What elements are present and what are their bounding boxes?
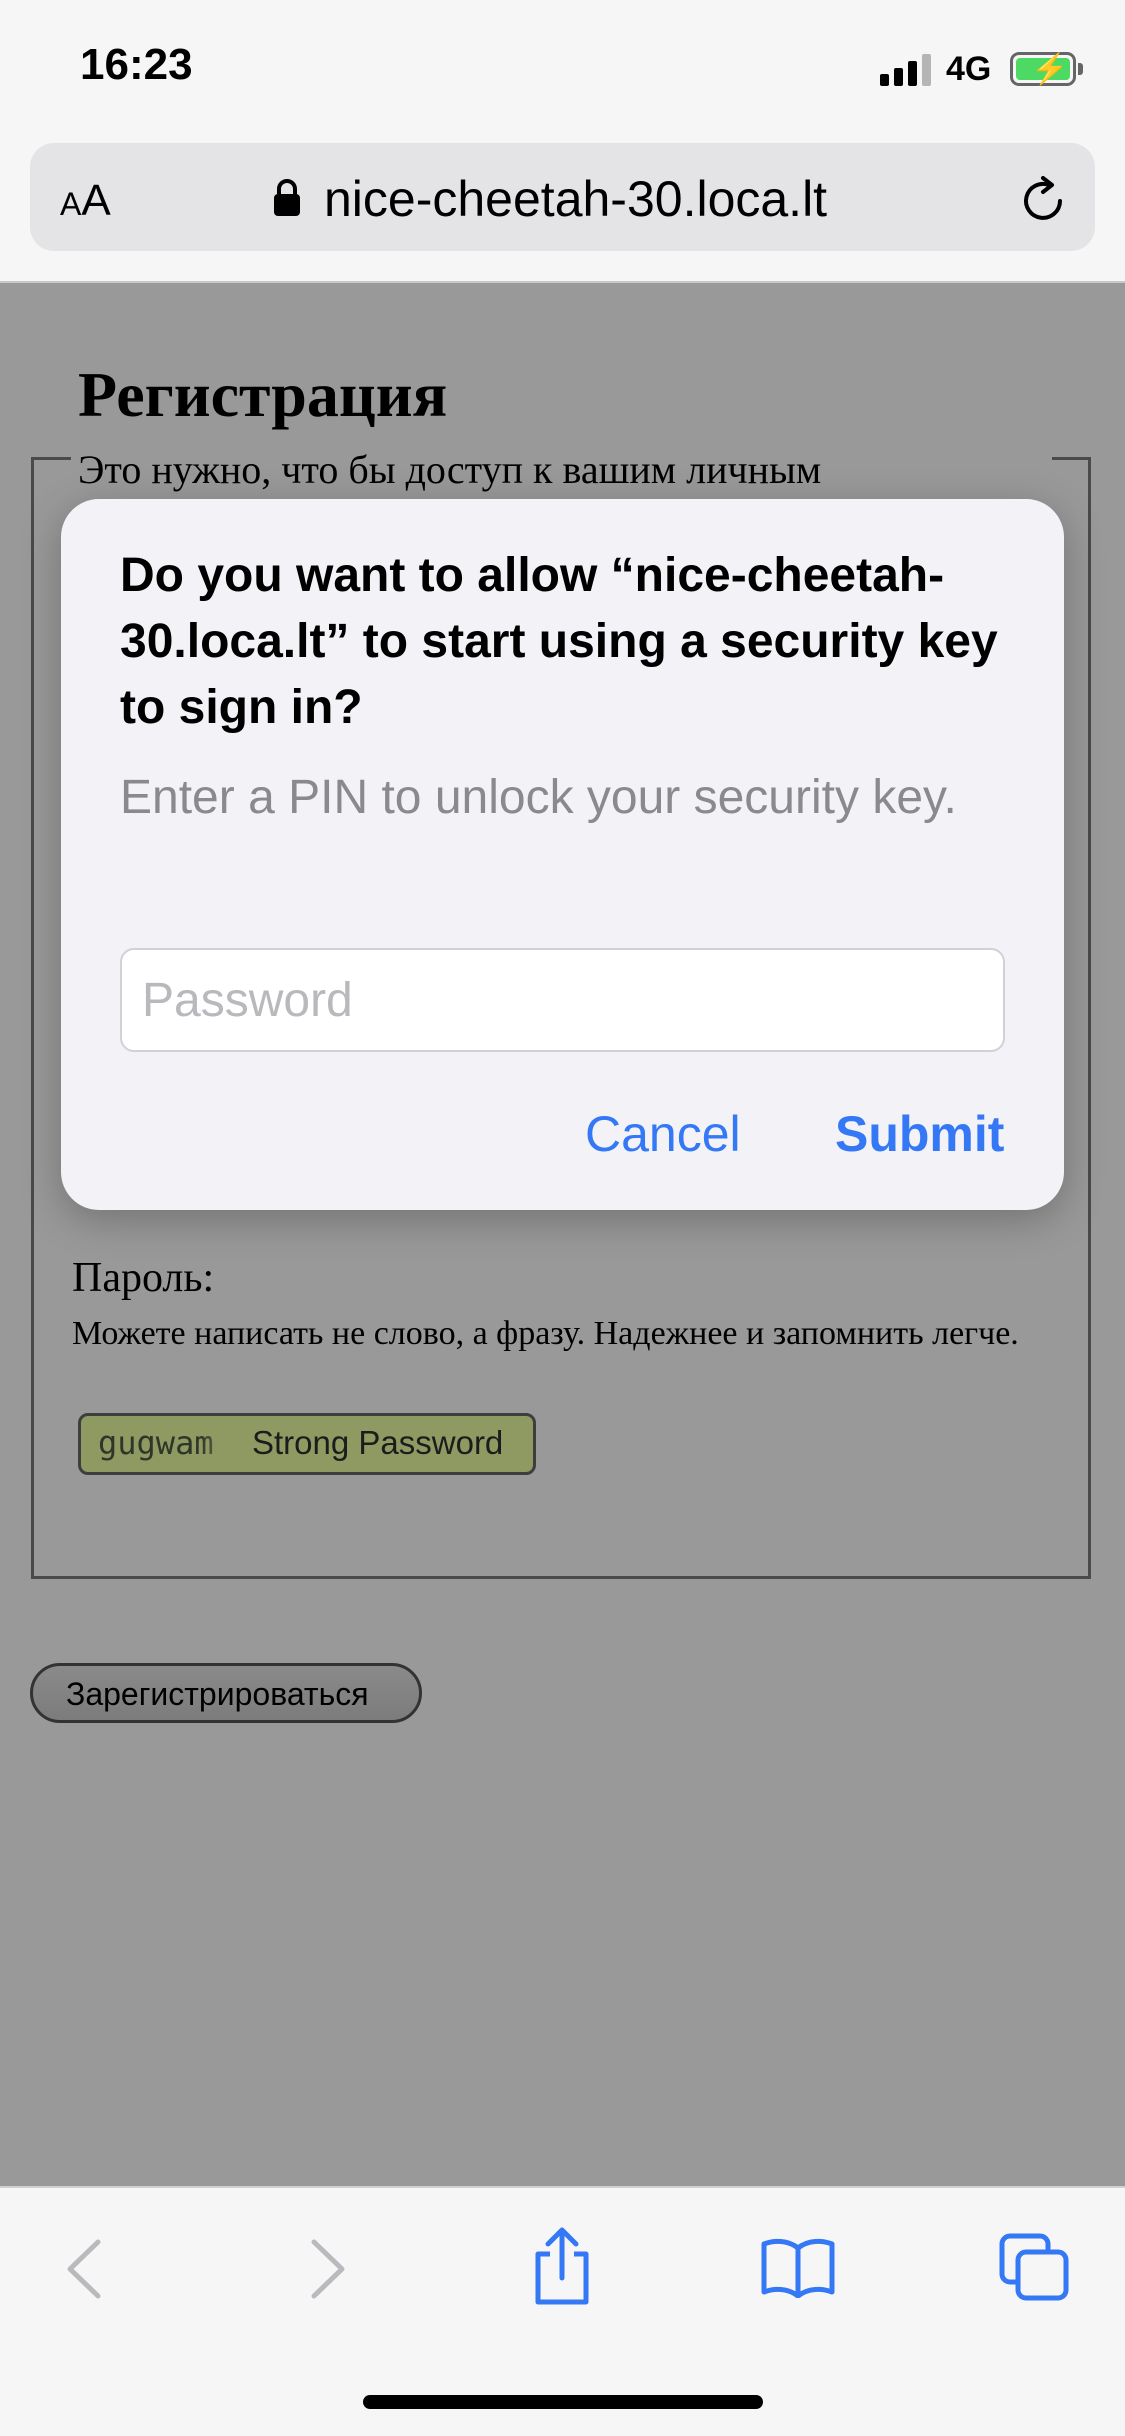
- strong-password-badge: Strong Password: [252, 1424, 504, 1461]
- fieldset-border: [31, 457, 71, 460]
- url-text[interactable]: nice-cheetah-30.loca.lt: [324, 170, 827, 228]
- password-value: gugwam: [98, 1424, 214, 1462]
- battery-icon: ⚡: [1010, 52, 1076, 86]
- password-label: Пароль:: [72, 1255, 215, 1301]
- forward-icon[interactable]: [308, 2238, 348, 2300]
- text-size-button[interactable]: AA: [60, 176, 111, 226]
- fieldset-legend: Это нужно, что бы доступ к вашим личным: [78, 447, 822, 492]
- tabs-icon[interactable]: [998, 2232, 1070, 2302]
- share-icon[interactable]: [530, 2226, 594, 2306]
- battery-cap: [1078, 63, 1083, 75]
- pin-input-placeholder: Password: [142, 974, 353, 1027]
- dialog-message: Enter a PIN to unlock your security key.: [120, 771, 957, 824]
- password-fade: [200, 1420, 240, 1470]
- network-type: 4G: [946, 50, 992, 88]
- fieldset-border: [1052, 457, 1091, 460]
- reload-icon[interactable]: [1016, 174, 1070, 228]
- register-button-label: Зарегистрироваться: [66, 1676, 369, 1712]
- back-icon[interactable]: [64, 2238, 104, 2300]
- password-hint: Можете написать не слово, а фразу. Надеж…: [72, 1315, 1019, 1352]
- page-title: Регистрация: [78, 359, 448, 430]
- cancel-button[interactable]: Cancel: [585, 1105, 741, 1163]
- lock-icon: [274, 179, 300, 216]
- submit-button[interactable]: Submit: [835, 1105, 1004, 1163]
- home-indicator: [363, 2395, 763, 2409]
- dialog-title: Do you want to allow “nice-cheetah-30.lo…: [120, 549, 998, 734]
- status-time: 16:23: [80, 40, 193, 89]
- cellular-signal-icon: [880, 54, 934, 86]
- bookmarks-icon[interactable]: [760, 2236, 836, 2298]
